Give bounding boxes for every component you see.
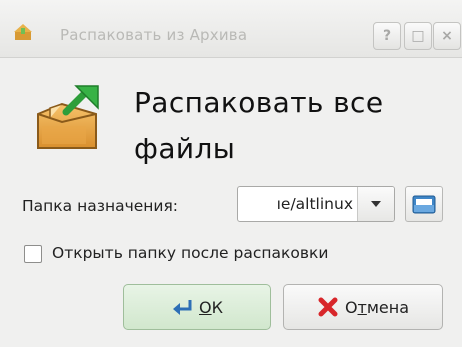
destination-value[interactable]: ıe/altlinux [238,195,353,213]
archive-titlebar-icon [14,24,32,40]
ok-label: ОК [199,298,223,317]
browse-folder-button[interactable] [405,186,443,222]
dropdown-button[interactable] [357,187,394,221]
cancel-x-icon [318,297,338,317]
help-button[interactable]: ? [373,22,401,50]
cancel-button[interactable]: Отмена [283,284,443,330]
extract-archive-icon [37,85,99,149]
cancel-label: Отмена [345,298,409,317]
extract-dialog: Распаковать из Архива ? □ × Распаковать … [0,0,462,347]
cancel-label-first: О [344,297,358,317]
open-after-label[interactable]: Открыть папку после распаковки [52,244,328,262]
cancel-label-rest: мена [366,297,410,317]
folder-browse-icon [412,195,436,214]
destination-label: Папка назначения: [22,197,179,215]
ok-button[interactable]: ОК [123,284,271,330]
destination-combobox[interactable]: ıe/altlinux [237,186,395,222]
title-bar[interactable]: Распаковать из Архива ? □ × [0,0,462,58]
window-title: Распаковать из Архива [60,26,248,44]
close-icon: × [441,28,453,44]
cancel-mnemonic: т [357,297,367,317]
open-after-checkbox[interactable] [24,245,42,263]
ok-mnemonic: О [199,297,212,317]
help-icon: ? [382,28,392,44]
maximize-button[interactable]: □ [404,22,432,50]
chevron-down-icon [371,201,381,207]
ok-label-rest: К [211,297,223,317]
ok-arrow-icon [173,300,192,315]
maximize-icon: □ [411,28,425,44]
dialog-heading: Распаковать все файлы [134,86,384,165]
close-button[interactable]: × [433,22,461,50]
